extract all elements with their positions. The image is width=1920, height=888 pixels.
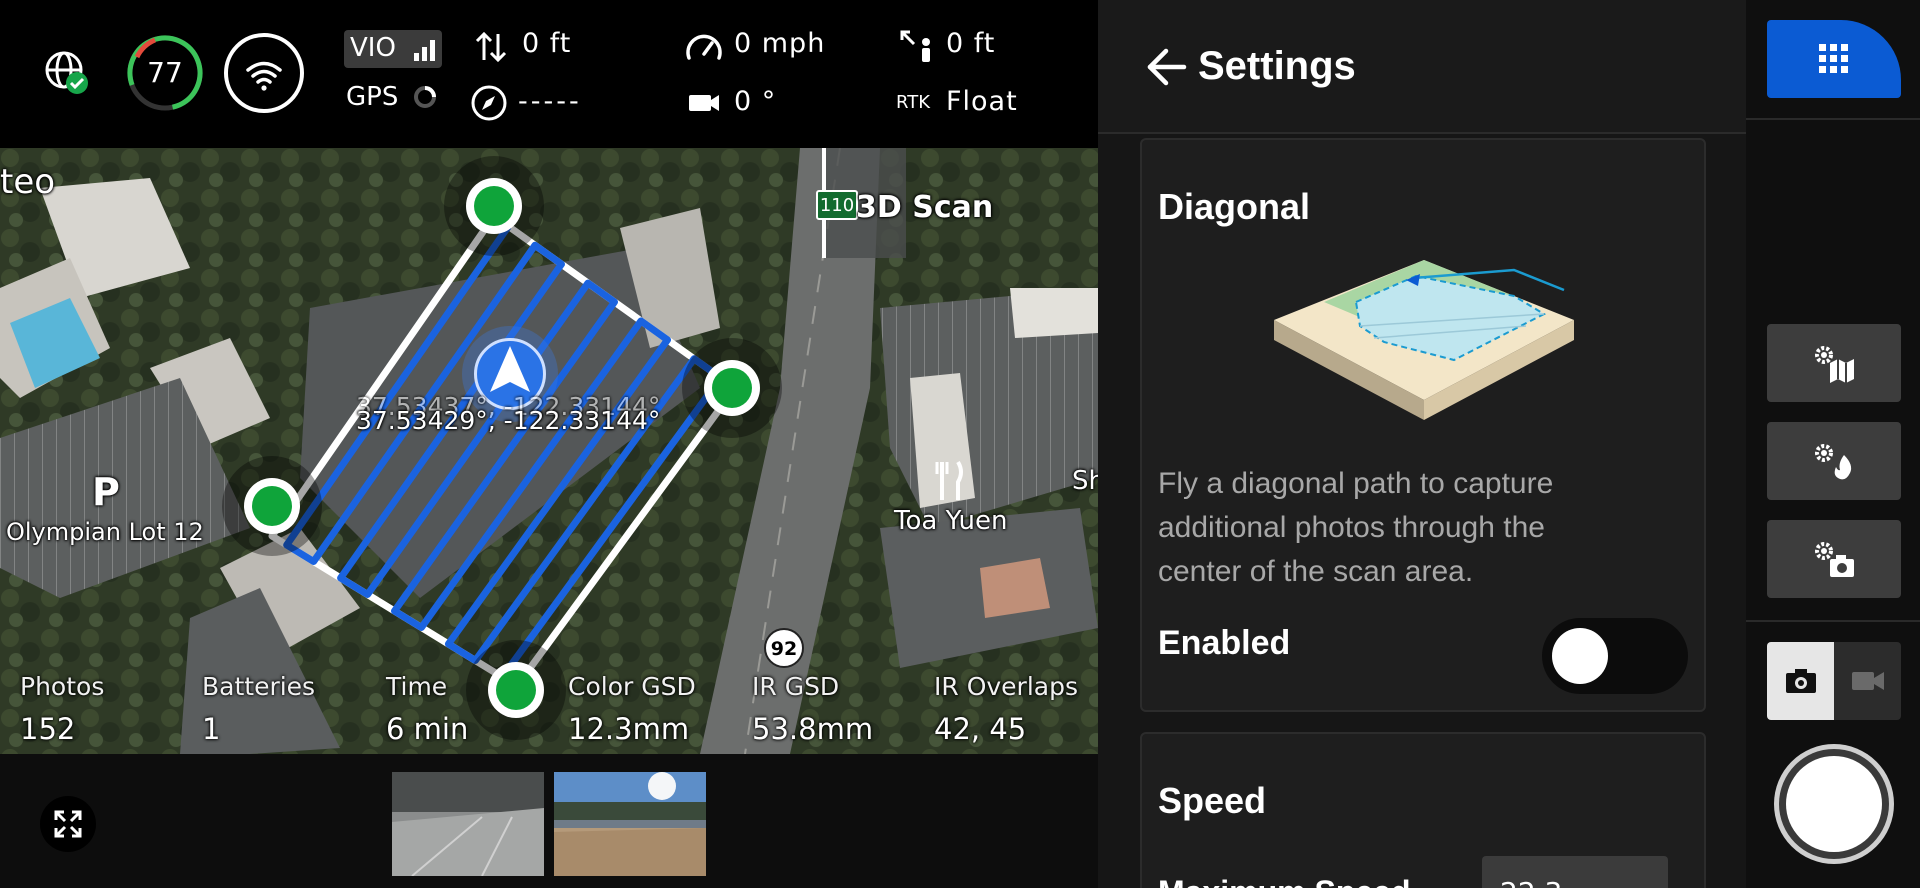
map-building [980,558,1050,618]
menu-button[interactable] [1767,20,1901,98]
speedometer-icon [686,34,722,60]
battery-percent: 77 [147,56,183,89]
thermal-settings-icon [1815,444,1852,480]
enabled-label: Enabled [1158,624,1291,662]
capture-mode-switch[interactable] [1767,642,1901,720]
gps-label: GPS [346,82,399,112]
map-building [1010,288,1098,338]
route-shield: 92 [764,628,804,668]
gimbal-pitch-value: 0 ° [734,86,777,117]
signal-bars-icon [414,40,435,61]
back-button[interactable] [1144,44,1190,90]
highway-shield: 110 [816,190,858,220]
stat-ir-gsd-label: IR GSD [752,672,840,701]
diagonal-card: Diagonal Fly a diagonal path to capture … [1140,138,1706,712]
stat-color-gsd-label: Color GSD [568,672,696,701]
route-shield-number: 92 [770,638,798,660]
fullscreen-button[interactable] [40,796,96,852]
thermal-settings-button[interactable] [1767,422,1901,500]
distance-value: 0 ft [946,28,996,59]
waypoint-marker[interactable] [466,640,566,740]
camera-thumbnail-color[interactable] [554,772,706,876]
coordinates-readout: 37.53429°, -122.33144° [356,406,661,435]
stat-color-gsd-value: 12.3mm [568,712,690,746]
distance-person-icon [900,30,930,62]
map-settings-icon [1815,346,1854,383]
vio-label: VIO [350,33,396,63]
settings-header: Settings [1098,0,1746,134]
diagonal-description-line-3: center of the scan area. [1158,555,1474,588]
speed-value: 0 mph [734,28,826,59]
expand-icon [54,810,82,838]
map-place-label: teo [0,162,56,202]
camera-settings-button[interactable] [1767,520,1901,598]
photo-mode-icon [1786,669,1816,693]
stat-batteries-value: 1 [202,712,221,746]
max-speed-value: 22.3 [1500,876,1562,888]
diagonal-title: Diagonal [1158,186,1311,227]
waypoint-marker[interactable] [682,338,782,438]
stat-batteries-label: Batteries [202,672,316,701]
enabled-toggle[interactable] [1542,618,1688,694]
stat-time-label: Time [386,672,448,701]
gps-signal-icon [414,86,436,108]
altitude-arrows-icon [475,31,507,63]
camera-settings-icon [1815,542,1854,577]
map-settings-button[interactable] [1767,324,1901,402]
shutter-icon [1786,756,1882,852]
photo-mode-button[interactable] [1767,642,1834,720]
heading-value: ----- [518,86,582,117]
wifi-button[interactable] [224,33,304,113]
compass-icon [471,85,507,121]
tool-rail [1746,0,1920,888]
speed-card: Speed Maximum Speed 22.3 [1140,732,1706,888]
max-speed-label: Maximum Speed [1158,874,1411,888]
globe-check-icon[interactable] [44,50,90,96]
settings-panel: Settings Diagonal Fly a diagonal path to… [1098,0,1746,888]
settings-title: Settings [1198,44,1356,88]
stat-photos-value: 152 [20,712,76,746]
stat-ir-overlaps-label: IR Overlaps [934,672,1078,701]
stat-ir-gsd-value: 53.8mm [752,712,874,746]
camera-thumbnail-thermal[interactable] [392,772,544,876]
stat-photos-label: Photos [20,672,105,701]
drone-arrow-icon [490,346,530,392]
back-arrow-icon [1147,48,1187,86]
diagonal-description-line-1: Fly a diagonal path to capture [1158,467,1554,500]
map-canvas[interactable]: teo 110 3D Scan P Olympian Lot 12 Toa Yu… [0,148,1098,754]
map-highway-label: 3D Scan [856,190,994,225]
rtk-label: RTK [896,92,930,113]
shutter-button[interactable] [1774,744,1894,864]
speed-title: Speed [1158,780,1267,821]
wifi-icon [246,61,282,91]
rtk-status: Float [946,86,1018,117]
waypoint-marker[interactable] [222,456,322,556]
altitude-value: 0 ft [522,28,572,59]
diagonal-illustration [1274,260,1574,420]
stat-ir-overlaps-value: 42, 45 [934,712,1027,746]
grid-menu-icon [1819,44,1848,73]
restaurant-label: Toa Yuen [894,506,1008,536]
highway-shield-number: 110 [819,195,855,216]
video-mode-icon [1852,672,1884,690]
parking-lot-label: Olympian Lot 12 [6,518,204,546]
waypoint-marker[interactable] [444,156,544,256]
map-edge-label: Sh [1072,466,1098,496]
toggle-knob [1552,628,1608,684]
map-view: 77 VIO GPS 0 ft ----- 0 mph 0 ° 0 ft RTK… [0,0,1098,888]
stat-time-value: 6 min [386,712,469,746]
battery-indicator[interactable]: 77 [125,33,205,113]
parking-symbol: P [92,470,120,514]
vio-indicator[interactable]: VIO [344,30,442,68]
restaurant-icon [935,460,963,500]
diagonal-description-line-2: additional photos through the [1158,511,1545,544]
bottom-bar [0,754,1098,888]
status-bar: 77 VIO GPS 0 ft ----- 0 mph 0 ° 0 ft RTK… [0,0,1098,148]
max-speed-input[interactable]: 22.3 [1482,856,1668,888]
gimbal-camera-icon [689,95,719,111]
